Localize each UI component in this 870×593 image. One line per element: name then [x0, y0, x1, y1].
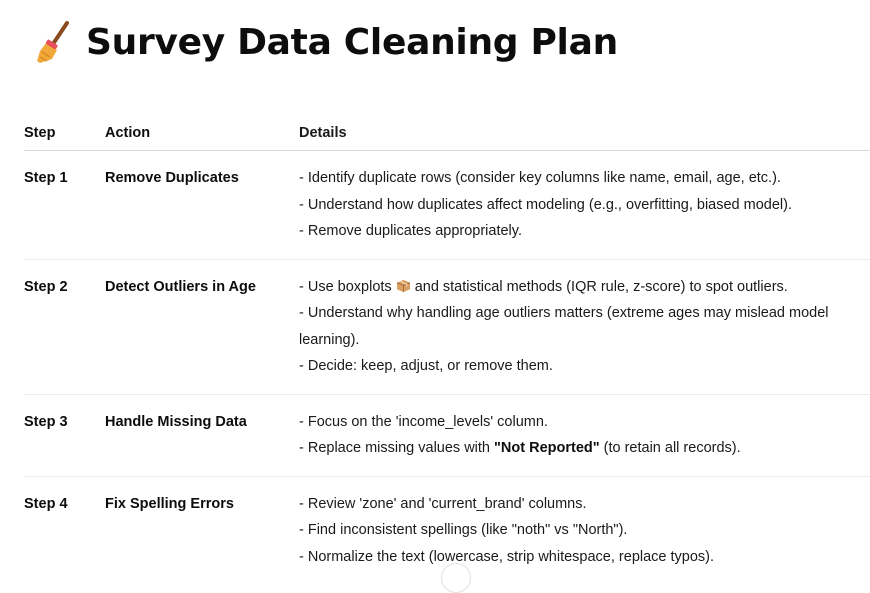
detail-line: - Decide: keep, adjust, or remove them.	[299, 358, 553, 374]
detail-line: - Normalize the text (lowercase, strip w…	[299, 548, 715, 565]
detail-bold-text: "Not Reported"	[494, 440, 600, 456]
details-cell: - Focus on the 'income_levels' column. -…	[299, 394, 870, 477]
detail-line: - Understand how duplicates affect model…	[299, 196, 792, 213]
table-row: Step 2 Detect Outliers in Age - Use boxp…	[24, 259, 870, 395]
detail-line: - Focus on the 'income_levels' column.	[299, 413, 548, 430]
column-header-action: Action	[105, 116, 299, 151]
details-cell: - Use boxplots and statistical methods (I…	[299, 259, 870, 395]
broom-icon	[37, 21, 69, 63]
detail-line: - Find inconsistent spellings (like "not…	[299, 522, 628, 538]
step-cell: Step 3	[24, 394, 105, 477]
action-cell: Detect Outliers in Age	[105, 259, 299, 395]
step-cell: Step 1	[24, 150, 105, 260]
detail-text: (to retain all records).	[603, 440, 741, 456]
detail-text: - Replace missing values with	[299, 440, 490, 456]
step-cell: Step 2	[24, 259, 105, 395]
action-cell: Remove Duplicates	[105, 150, 299, 260]
detail-line: - Identify duplicate rows (consider key …	[299, 170, 781, 186]
detail-line: - Review 'zone' and 'current_brand' colu…	[299, 495, 587, 512]
table-header-row: Step Action Details	[24, 116, 870, 151]
action-cell: Handle Missing Data	[105, 394, 299, 477]
table-row: Step 3 Handle Missing Data - Focus on th…	[24, 394, 870, 477]
cleaning-plan-table: Step Action Details Step 1 Remove Duplic…	[24, 116, 870, 584]
page-title: Survey Data Cleaning Plan	[86, 22, 618, 63]
detail-line: - Use boxplots and statistical methods (I…	[299, 274, 870, 301]
detail-line: - Remove duplicates appropriately.	[299, 223, 522, 239]
detail-text: - Use boxplots	[299, 278, 392, 295]
column-header-step: Step	[24, 116, 105, 151]
detail-line: - Understand why handling age outliers m…	[299, 305, 829, 348]
package-icon	[396, 279, 410, 292]
detail-line: - Replace missing values with "Not Repor…	[299, 435, 870, 462]
detail-text: and statistical methods (IQR rule, z-sco…	[414, 278, 788, 295]
table-row: Step 1 Remove Duplicates - Identify dupl…	[24, 150, 870, 260]
details-cell: - Identify duplicate rows (consider key …	[299, 150, 870, 260]
title-row: Survey Data Cleaning Plan	[34, 18, 618, 68]
column-header-details: Details	[299, 116, 870, 151]
